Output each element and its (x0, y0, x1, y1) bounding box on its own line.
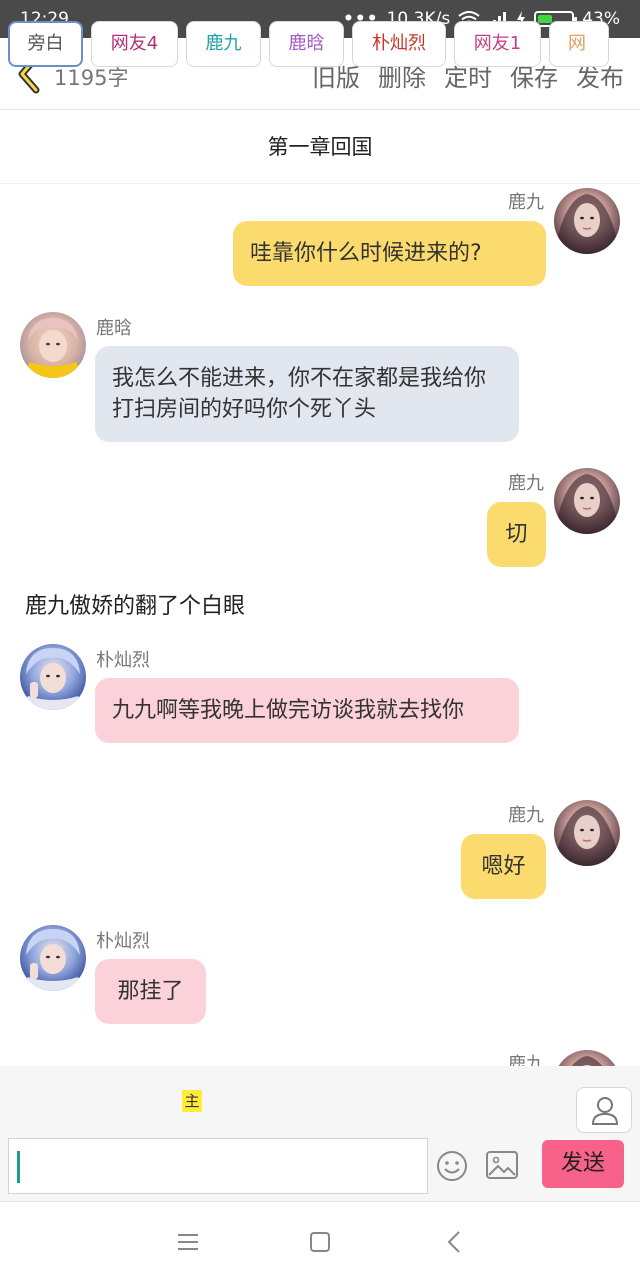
role-tab-netizen-1[interactable]: 网友1 (454, 21, 541, 67)
message-bubble[interactable]: 切 (487, 502, 546, 567)
role-selector (0, 1066, 640, 1136)
avatar-lujiu[interactable] (554, 1050, 620, 1066)
speaker-name: 鹿晗 (96, 318, 132, 339)
manage-roles-button[interactable] (576, 1087, 632, 1133)
role-tab-netizen-partial[interactable]: 网 (549, 21, 609, 67)
image-icon[interactable] (486, 1151, 518, 1179)
role-tab-lujiu[interactable]: 鹿九 (186, 21, 261, 67)
avatar-luhan[interactable] (20, 312, 86, 378)
speaker-name: 鹿九 (508, 192, 544, 213)
roles-fade (550, 1087, 576, 1133)
avatar-park-chanyeol[interactable] (20, 644, 86, 710)
message-input[interactable] (8, 1138, 428, 1194)
chapter-title[interactable]: 第一章回国 (0, 110, 640, 184)
text-caret (17, 1151, 20, 1183)
role-label: 鹿晗 (288, 33, 325, 54)
menu-icon[interactable] (178, 1232, 198, 1252)
avatar-park-chanyeol[interactable] (20, 925, 86, 991)
narration-text[interactable]: 鹿九傲娇的翻了个白眼 (25, 588, 245, 620)
role-label: 网友1 (473, 33, 522, 54)
speaker-name: 朴灿烈 (96, 931, 150, 952)
role-label: 网友4 (110, 33, 159, 54)
role-label: 网 (568, 33, 586, 54)
speaker-name: 鹿九 (508, 1054, 544, 1066)
role-label: 朴灿烈 (372, 33, 426, 54)
speaker-name: 鹿九 (508, 805, 544, 826)
role-label: 鹿九 (205, 33, 242, 54)
role-label: 旁白 (27, 33, 64, 54)
message-bubble[interactable]: 哇靠你什么时候进来的? (233, 221, 546, 286)
send-button[interactable]: 发送 (542, 1140, 624, 1188)
role-tab-narrator[interactable]: 旁白 (8, 21, 83, 67)
main-role-badge: 主 (182, 1090, 202, 1112)
emoji-icon[interactable] (436, 1150, 468, 1182)
role-tab-luhan[interactable]: 鹿晗 (269, 21, 344, 67)
battery-level-fill (538, 15, 552, 23)
message-bubble[interactable]: 嗯好 (461, 834, 546, 899)
message-bubble[interactable]: 九九啊等我晚上做完访谈我就去找你 (95, 678, 519, 743)
role-tab-netizen-4[interactable]: 网友4 (91, 21, 178, 67)
speaker-name: 朴灿烈 (96, 650, 150, 671)
avatar-lujiu[interactable] (554, 188, 620, 254)
role-tab-park-chanyeol[interactable]: 朴灿烈 (352, 21, 446, 67)
system-nav-bar (0, 1202, 640, 1280)
home-icon[interactable] (310, 1232, 330, 1252)
avatar-lujiu[interactable] (554, 800, 620, 866)
person-icon (591, 1097, 619, 1125)
chat-area[interactable]: 鹿九 哇靠你什么时候进来的? 鹿晗 我怎么不能进来，你不在家都是我给你打扫房间的… (0, 184, 640, 1066)
composer-bar: 发送 (0, 1136, 640, 1202)
message-bubble[interactable]: 那挂了 (95, 959, 206, 1024)
speaker-name: 鹿九 (508, 473, 544, 494)
avatar-lujiu[interactable] (554, 468, 620, 534)
system-back-icon[interactable] (446, 1230, 462, 1254)
message-bubble[interactable]: 我怎么不能进来，你不在家都是我给你打扫房间的好吗你个死丫头 (95, 346, 519, 442)
